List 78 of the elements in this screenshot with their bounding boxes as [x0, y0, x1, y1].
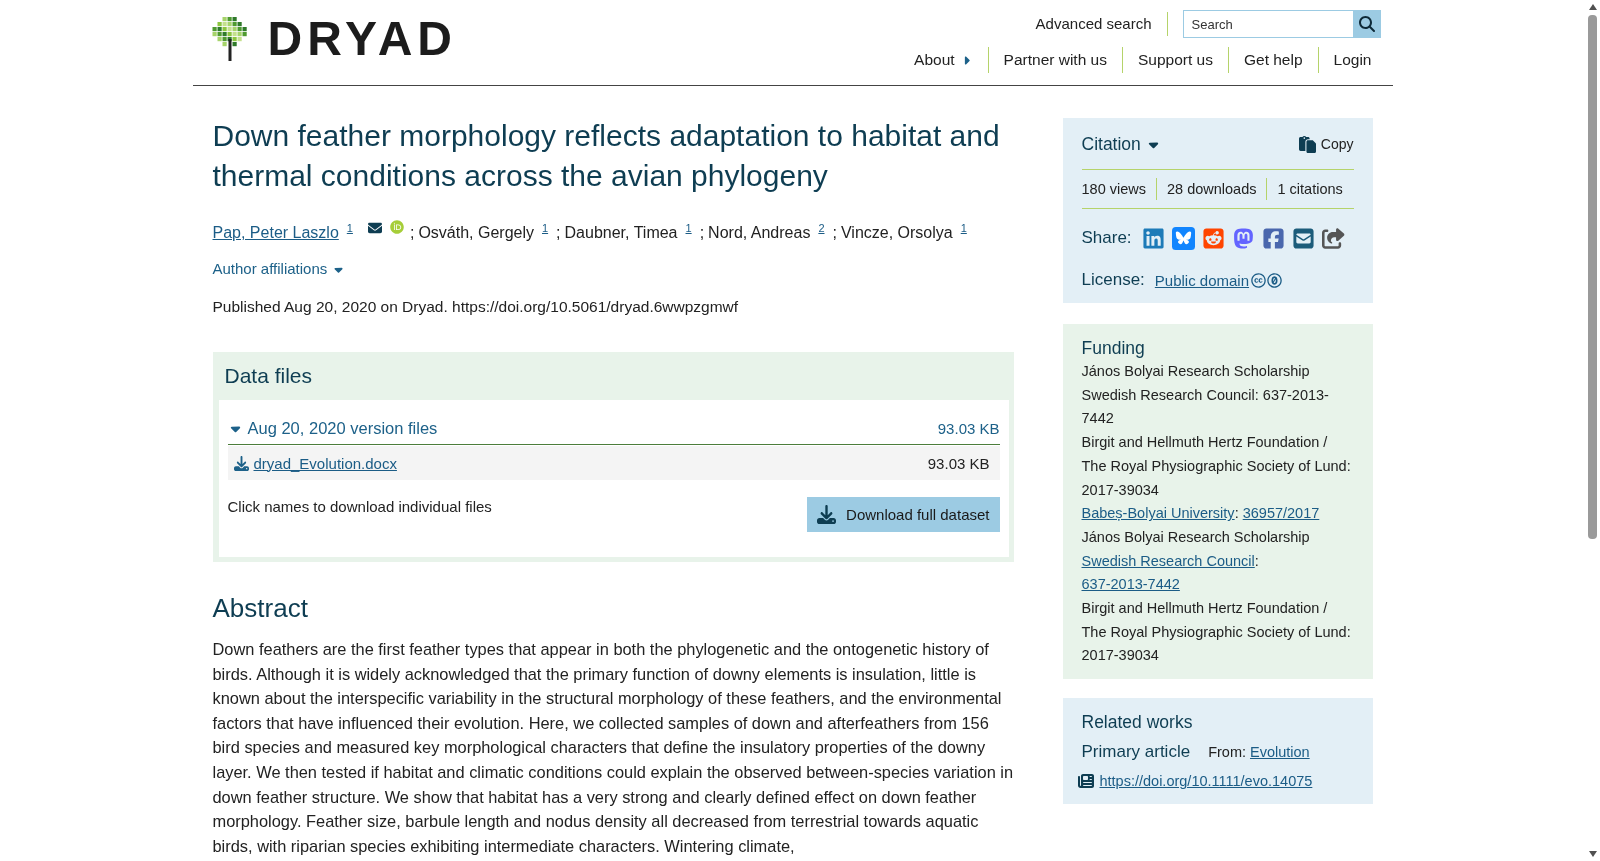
nav-link[interactable]: Support us	[1122, 47, 1228, 73]
license-link[interactable]: Public domain	[1154, 271, 1250, 289]
newspaper-icon	[1077, 773, 1094, 790]
stat-text: 28 downloads	[1156, 178, 1267, 200]
award-link[interactable]: 36957/2017	[1242, 505, 1320, 522]
logo-text[interactable]: DRYAD	[267, 17, 457, 61]
scroll-down-icon[interactable]	[1588, 851, 1597, 857]
source-text: From: Evolution	[1208, 743, 1310, 763]
search-icon	[1358, 16, 1375, 32]
source-link[interactable]: Evolution	[1250, 744, 1310, 761]
related-type: Primary article	[1081, 741, 1191, 764]
panel-heading: Data files	[223, 363, 314, 389]
funding-entry: Babeș-Bolyai University: 36957/2017	[1081, 504, 1321, 524]
stat-text: 1 citations	[1266, 178, 1343, 200]
scroll-up-icon[interactable]	[1588, 4, 1597, 10]
funding-entry: Swedish Research Council: 637-2013-7442	[1081, 551, 1260, 595]
nav-link[interactable]: Partner with us	[987, 47, 1122, 73]
affiliation-link[interactable]: 1	[346, 222, 353, 234]
citation-toggle[interactable]: Citation	[1081, 133, 1161, 155]
envelope-icon[interactable]	[367, 221, 382, 235]
author-affiliations-toggle[interactable]: Author affiliations	[212, 259, 346, 279]
funding-entry: Swedish Research Council: 637-2013-7442	[1081, 385, 1330, 429]
hint-text: Click names to download individual files	[227, 497, 492, 517]
dataset-title: Down feather morphology reflects adaptation to habitat and thermal conditions across the avian phylogeny	[212, 118, 1001, 194]
award-link[interactable]: 637-2013-7442	[1081, 576, 1180, 593]
envelope-icon[interactable]	[1291, 226, 1315, 250]
download-icon	[233, 455, 249, 471]
license-label: License:	[1081, 270, 1145, 290]
abstract-heading: Abstract	[212, 592, 309, 624]
copy-button[interactable]: Copy	[1298, 135, 1354, 153]
funding-entry: János Bolyai Research Scholarship	[1081, 362, 1311, 381]
share-icon[interactable]	[1321, 226, 1345, 250]
file-link[interactable]: dryad_Evolution.docx	[253, 454, 397, 472]
facebook-icon[interactable]	[1261, 226, 1285, 250]
funder-link[interactable]: Swedish Research Council	[1081, 552, 1255, 569]
doi-link[interactable]: https://doi.org/10.1111/evo.14075	[1099, 773, 1313, 790]
funding-entry: János Bolyai Research Scholarship	[1081, 527, 1311, 547]
tree-logo-icon[interactable]	[211, 17, 248, 61]
affiliation-link[interactable]: 1	[542, 222, 549, 234]
stat-text: 180 views	[1081, 180, 1147, 199]
file-size: 93.03 KB	[927, 454, 990, 472]
panel-heading: Related works	[1081, 711, 1194, 735]
scrollbar-thumb[interactable]	[1588, 15, 1597, 539]
search-field[interactable]: Search	[1182, 10, 1353, 38]
butterfly-icon[interactable]	[1171, 226, 1195, 250]
mastodon-icon[interactable]	[1231, 226, 1255, 250]
share-label: Share:	[1081, 228, 1132, 248]
funder-link[interactable]: Babeș-Bolyai University	[1081, 505, 1235, 522]
separator-text: ;	[699, 224, 705, 241]
reddit-icon[interactable]	[1201, 226, 1225, 250]
author-link[interactable]: Pap, Peter Laszlo	[212, 224, 339, 241]
author-name: Vincze, Orsolya	[840, 224, 953, 241]
download-icon	[817, 505, 837, 524]
separator-text: ;	[556, 224, 561, 241]
nav-menu-link[interactable]: About	[899, 47, 988, 73]
panel-heading: Funding	[1081, 337, 1146, 360]
version-toggle[interactable]: Aug 20, 2020 version files	[227, 419, 438, 438]
clipboard-icon	[1298, 135, 1316, 153]
affiliation-link[interactable]: 1	[960, 222, 967, 234]
funding-entry: Birgit and Hellmuth Hertz Foundation / The Royal Physiographic Society of Lund: 2017-39034	[1081, 433, 1352, 500]
search-button[interactable]	[1352, 10, 1381, 38]
nav-link[interactable]: Login	[1317, 47, 1372, 73]
advanced-search-link[interactable]: Advanced search	[1035, 12, 1168, 36]
nav-link[interactable]: Get help	[1227, 47, 1318, 73]
author-name: Nord, Andreas	[708, 224, 811, 241]
abstract-text: Down feathers are the first feather types that appear in both the phylogenetic and the ontogenetic history of birds. Although it is widely acknowledged that the primary function of downy elements is insulation, little is known about the interspecific variability in the structural morphology of these feathers, and the environmental factors that have influenced their evolution. Here, we collected samples of down and afterfeathers from 156 bird species and measured key morphological characters that define the insulatory properties of the downy layer. We then tested if habitat and climatic conditions could explain the observed between-species variation in down feather structure. We show that habitat has a very strong and clearly defined effect on down feather morphology. Feather size, barbule length and nodus density all decreased from terrestrial towards aquatic birds, with riparian species exhibiting intermediate characters. Wintering climate,	[212, 639, 1014, 857]
author-name: Osváth, Gergely	[418, 224, 534, 241]
published-text: Published Aug 20, 2020 on Dryad. https://doi.org/10.5061/dryad.6wwpzgmwf	[212, 297, 740, 317]
download-dataset-button[interactable]: Download full dataset	[807, 497, 1000, 532]
version-size: 93.03 KB	[937, 420, 1000, 437]
cc-zero-icon	[1251, 272, 1283, 288]
separator-text: ;	[409, 224, 415, 241]
linkedin-icon[interactable]	[1141, 226, 1165, 250]
affiliation-link[interactable]: 2	[818, 222, 825, 234]
funding-entry: Birgit and Hellmuth Hertz Foundation / The Royal Physiographic Society of Lund: 2017-39034	[1081, 599, 1352, 666]
author-name: Daubner, Timea	[564, 224, 678, 241]
separator-text: ;	[832, 224, 837, 241]
affiliation-link[interactable]: 1	[685, 222, 692, 234]
